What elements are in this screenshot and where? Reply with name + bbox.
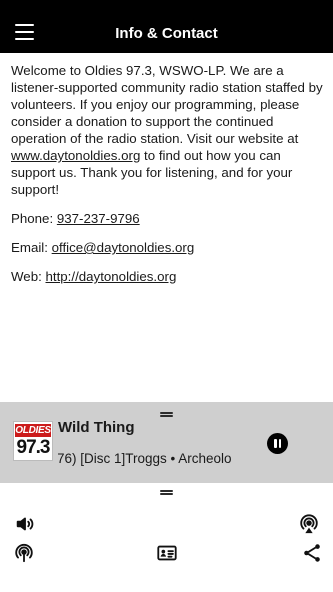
share-icon[interactable]: [301, 542, 323, 564]
info-content: Welcome to Oldies 97.3, WSWO-LP. We are …: [11, 62, 325, 285]
contact-card-icon[interactable]: [156, 542, 178, 564]
logo-text-oldies: OLDIES: [15, 424, 51, 437]
toolbar-drag-handle[interactable]: [160, 490, 173, 495]
web-link[interactable]: http://daytonoldies.org: [46, 269, 177, 284]
intro-text: Welcome to Oldies 97.3, WSWO-LP. We are …: [11, 63, 323, 146]
intro-paragraph: Welcome to Oldies 97.3, WSWO-LP. We are …: [11, 62, 325, 198]
station-logo: OLDIES 97.3: [13, 421, 53, 461]
logo-text-frequency: 97.3: [16, 437, 51, 458]
phone-label: Phone:: [11, 211, 57, 226]
web-row: Web: http://daytonoldies.org: [11, 268, 325, 285]
player-drag-handle[interactable]: [160, 412, 173, 417]
website-link-inline[interactable]: www.daytonoldies.org: [11, 148, 140, 163]
song-subtitle-marquee: 76) [Disc 1]Troggs • Archeology (1967-19…: [58, 450, 232, 468]
phone-link[interactable]: 937-237-9796: [57, 211, 140, 226]
page-title: Info & Contact: [115, 25, 218, 42]
volume-icon[interactable]: [14, 513, 36, 535]
email-label: Email:: [11, 240, 52, 255]
song-subtitle: 76) [Disc 1]Troggs • Archeology (1967-19…: [58, 451, 232, 466]
song-title: Wild Thing: [58, 419, 135, 436]
web-label: Web:: [11, 269, 46, 284]
bottom-toolbar: [0, 483, 333, 592]
phone-row: Phone: 937-237-9796: [11, 210, 325, 227]
email-row: Email: office@daytonoldies.org: [11, 239, 325, 256]
header-bar: Info & Contact: [0, 0, 333, 53]
pause-icon[interactable]: [267, 433, 288, 454]
email-link[interactable]: office@daytonoldies.org: [52, 240, 195, 255]
airplay-icon[interactable]: [298, 513, 320, 535]
podcast-icon[interactable]: [13, 542, 35, 564]
